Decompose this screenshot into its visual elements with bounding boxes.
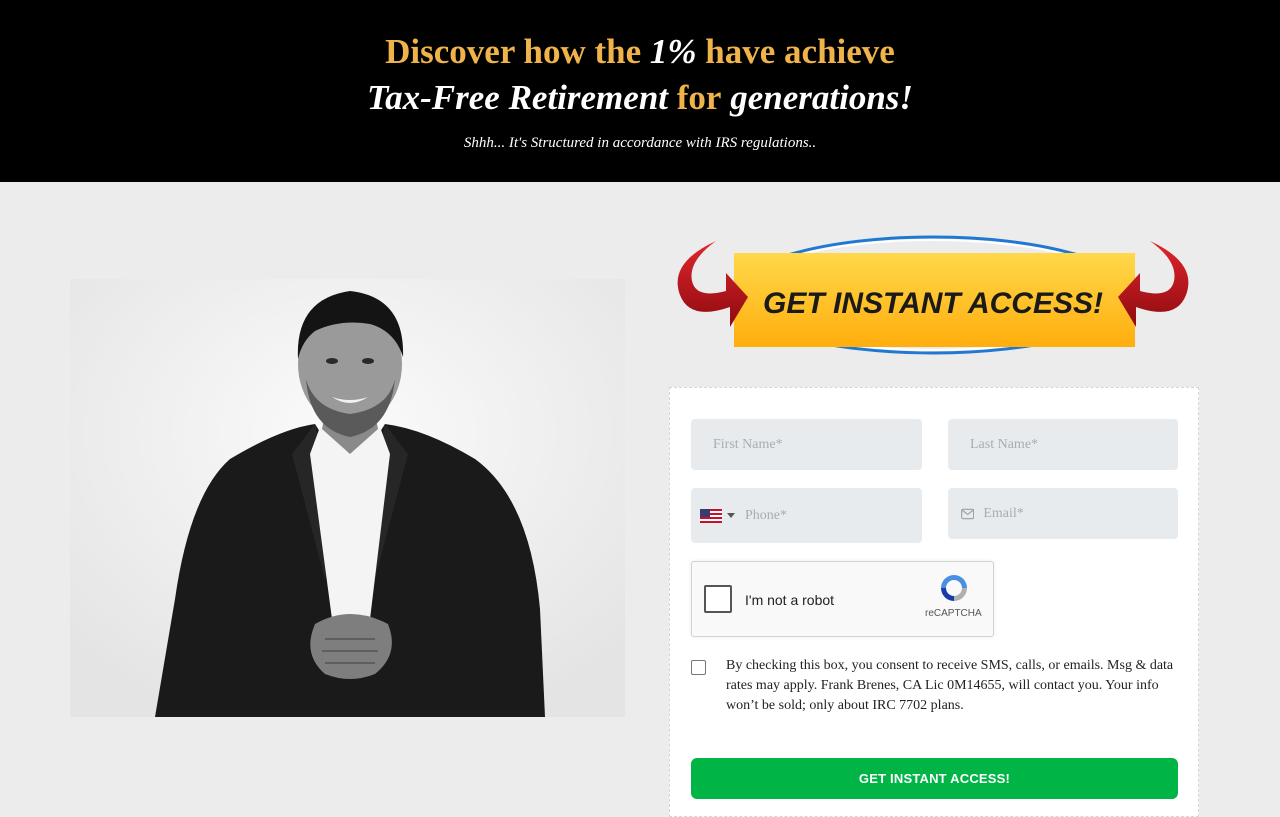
advisor-photo xyxy=(70,279,625,717)
phone-input[interactable] xyxy=(743,506,922,525)
recaptcha-label: I'm not a robot xyxy=(745,592,835,608)
last-name-input[interactable] xyxy=(968,435,1178,454)
headline-text: Tax-Free Retirement xyxy=(366,78,677,117)
hero-banner: Discover how the 1% have achieve Tax-Fre… xyxy=(0,0,1280,182)
phone-field[interactable] xyxy=(691,488,922,543)
recaptcha-logo-icon xyxy=(941,575,967,601)
chevron-down-icon xyxy=(727,512,735,518)
headline-line-2: Tax-Free Retirement for generations! xyxy=(0,76,1280,120)
consent-text: By checking this box, you consent to rec… xyxy=(726,658,1174,713)
cta-banner-graphic: GET INSTANT ACCESS! xyxy=(677,235,1189,355)
last-name-field[interactable] xyxy=(948,419,1178,470)
headline-line-1: Discover how the 1% have achieve xyxy=(0,30,1280,74)
headline-text: generations! xyxy=(721,78,914,117)
consent-checkbox[interactable] xyxy=(691,660,706,675)
headline-highlight: 1% xyxy=(649,32,697,71)
recaptcha-brand: reCAPTCHA xyxy=(925,608,982,619)
person-portrait xyxy=(70,279,625,717)
us-flag-icon xyxy=(700,508,722,523)
get-instant-access-banner[interactable]: GET INSTANT ACCESS! xyxy=(668,233,1198,361)
email-field[interactable] xyxy=(948,488,1178,539)
first-name-field[interactable] xyxy=(691,419,922,470)
submit-button[interactable]: GET INSTANT ACCESS! xyxy=(691,758,1178,799)
lead-form: I'm not a robot reCAPTCHA By checking th… xyxy=(669,387,1199,817)
envelope-icon xyxy=(961,508,975,519)
first-name-input[interactable] xyxy=(711,435,922,454)
cta-banner-label: GET INSTANT ACCESS! xyxy=(763,287,1103,320)
recaptcha-widget: I'm not a robot reCAPTCHA xyxy=(691,561,994,637)
country-selector[interactable] xyxy=(700,508,735,523)
headline-highlight: for xyxy=(676,78,722,117)
headline-text: have achieve xyxy=(696,32,895,71)
headline-text: Discover how the xyxy=(385,32,650,71)
hero-subtitle: Shhh... It's Structured in accordance wi… xyxy=(463,135,817,151)
email-input[interactable] xyxy=(981,504,1178,523)
recaptcha-checkbox[interactable] xyxy=(704,585,732,613)
